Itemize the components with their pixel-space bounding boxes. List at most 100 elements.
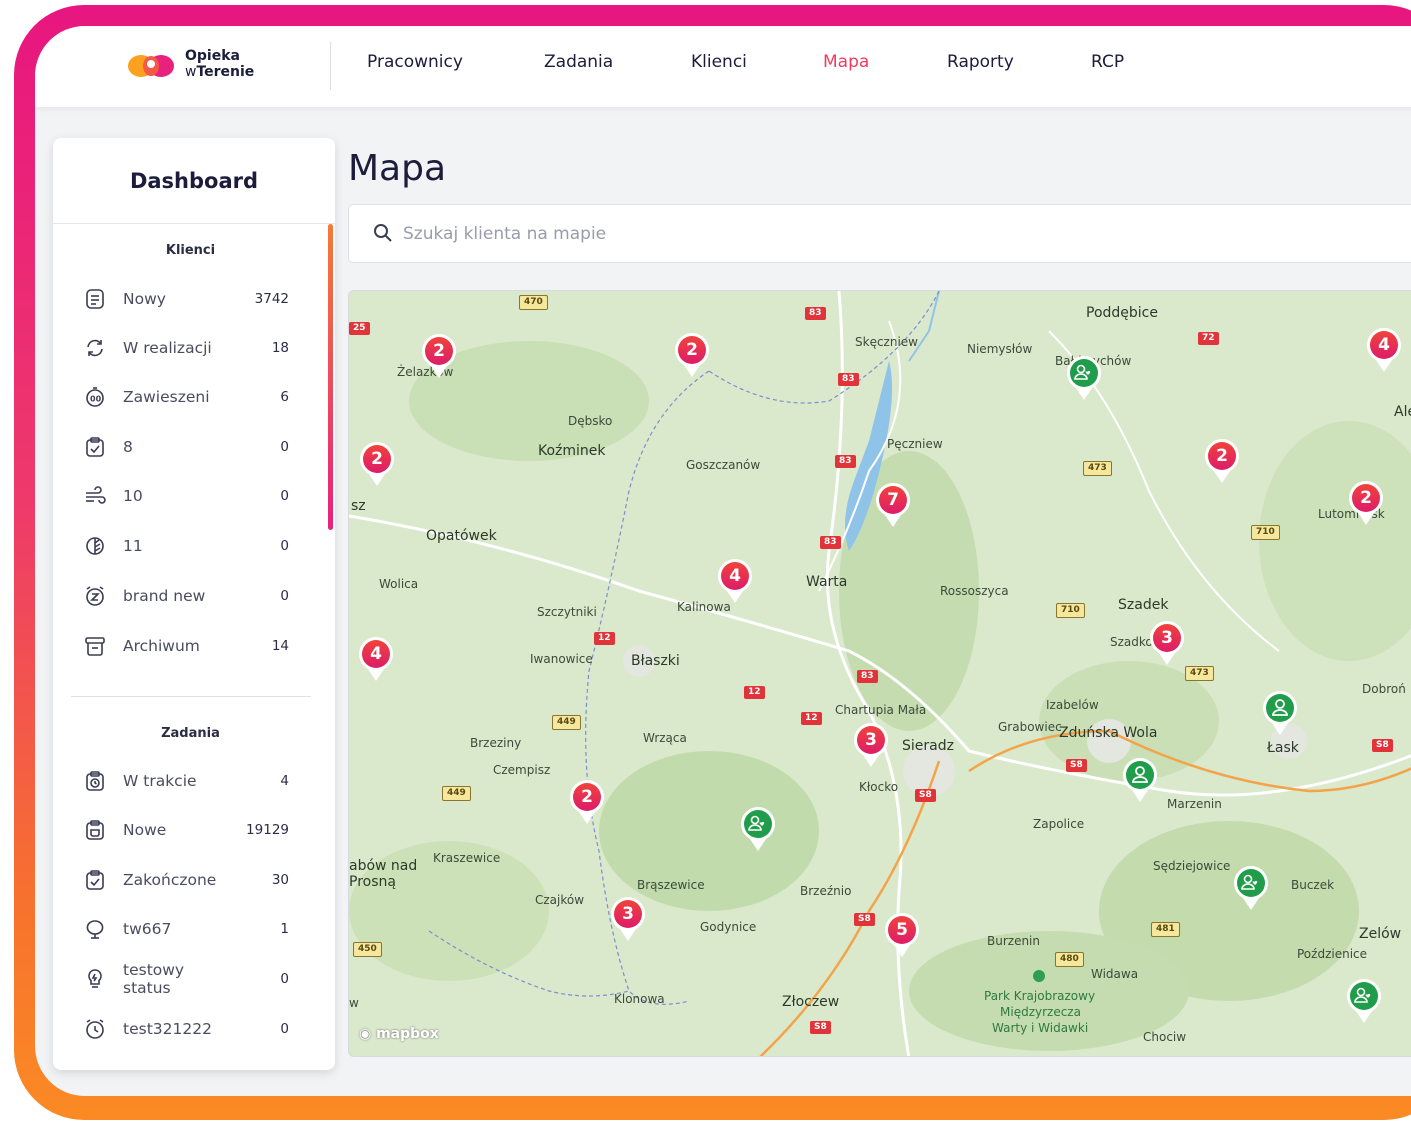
map-client-pin[interactable] — [1345, 977, 1383, 1025]
map-cluster-pin[interactable]: 3 — [852, 721, 890, 769]
road-shield: S8 — [810, 1021, 831, 1034]
sidebar-item-brand-new[interactable]: brand new 0 — [83, 583, 289, 609]
map-cluster-pin[interactable]: 2 — [673, 331, 711, 379]
map-cluster-pin[interactable]: 3 — [609, 895, 647, 943]
sidebar-item-w-realizacji[interactable]: W realizacji 18 — [83, 335, 289, 361]
map-cluster-pin[interactable]: 2 — [568, 778, 606, 826]
map-cluster-pin[interactable]: 4 — [1365, 326, 1403, 374]
map-cluster-pin[interactable]: 4 — [357, 635, 395, 683]
heart-logo-icon — [128, 55, 174, 77]
map-place-label: Dobroń — [1362, 682, 1406, 696]
sidebar-item-count: 19129 — [246, 822, 289, 838]
map-place-label: Iwanowice — [530, 652, 593, 666]
map-place-label: Chartupia Mała — [835, 703, 927, 717]
mapbox-logo-icon: ◉ — [359, 1026, 372, 1042]
sidebar-item-count: 3742 — [254, 291, 289, 307]
map-client-pin[interactable] — [1065, 354, 1103, 402]
sidebar-item-testowy-status[interactable]: testowy status 0 — [83, 961, 289, 997]
pause-timer-icon: 00 — [83, 385, 107, 409]
wind-icon — [83, 484, 107, 508]
tree-icon — [83, 917, 107, 941]
sidebar-item-zakonczone[interactable]: Zakończone 30 — [83, 867, 289, 893]
map-client-pin[interactable] — [1261, 689, 1299, 737]
map-client-pin[interactable] — [739, 805, 777, 853]
map-place-label: Burzenin — [987, 934, 1040, 948]
sidebar-item-test321222[interactable]: test321222 0 — [83, 1016, 289, 1042]
map-place-label: Buczek — [1291, 878, 1335, 892]
map-place-label: Wrząca — [643, 731, 687, 745]
map-cluster-pin[interactable]: 2 — [420, 332, 458, 380]
map-cluster-pin[interactable]: 2 — [1203, 437, 1241, 485]
map-cluster-pin[interactable]: 7 — [874, 481, 912, 529]
map-place-label: Izabelów — [1046, 698, 1099, 712]
search-input[interactable] — [403, 219, 1003, 249]
nav-raporty[interactable]: Raporty — [947, 52, 1014, 72]
road-shield: 480 — [1055, 952, 1084, 967]
logo-line2-main: Terenie — [196, 64, 255, 80]
sidebar-item-label: W trakcie — [123, 772, 197, 790]
app-screen: Opieka wTerenie Pracownicy Zadania Klien… — [35, 26, 1411, 1096]
cluster-count: 2 — [1216, 446, 1228, 466]
map-place-label: Prosną — [349, 874, 396, 890]
sidebar-item-tw667[interactable]: tw667 1 — [83, 916, 289, 942]
cluster-count: 3 — [1161, 628, 1173, 648]
map-view[interactable]: Poddębice Skęczniew Niemysłów Bałdrzychó… — [348, 290, 1411, 1057]
map-place-label: Koźminek — [538, 443, 606, 459]
sidebar-item-label: Nowe — [123, 821, 167, 839]
nav-rcp[interactable]: RCP — [1091, 52, 1124, 72]
map-cluster-pin[interactable]: 3 — [1148, 619, 1186, 667]
map-place-label: w — [349, 996, 359, 1010]
map-place-label: Grabowiec — [998, 720, 1062, 734]
map-cluster-pin[interactable]: 4 — [716, 557, 754, 605]
map-cluster-pin[interactable]: 2 — [358, 440, 396, 488]
nav-zadania[interactable]: Zadania — [544, 52, 613, 72]
map-cluster-pin[interactable]: 5 — [883, 911, 921, 959]
sidebar-item-label: Nowy — [123, 290, 166, 308]
road-shield: 481 — [1151, 922, 1180, 937]
sidebar-item-count: 0 — [280, 488, 289, 504]
map-place-label: Międzyrzecza — [1000, 1005, 1081, 1019]
cluster-count: 2 — [1360, 488, 1372, 508]
map-client-pin[interactable] — [1121, 756, 1159, 804]
road-shield: 449 — [552, 715, 581, 730]
map-search-box[interactable] — [348, 204, 1411, 263]
sidebar-item-nowe[interactable]: Nowe 19129 — [83, 817, 289, 843]
map-place-label: Zapolice — [1033, 817, 1085, 831]
map-place-label: Marzenin — [1167, 797, 1222, 811]
map-place-label: sz — [351, 498, 366, 514]
sidebar-item-10[interactable]: 10 0 — [83, 483, 289, 509]
sidebar-item-label: test321222 — [123, 1020, 212, 1038]
app-logo[interactable]: Opieka wTerenie — [127, 46, 277, 86]
sidebar-item-count: 4 — [280, 773, 289, 789]
map-place-label: Kłocko — [859, 780, 899, 794]
sidebar-scrollbar[interactable] — [328, 224, 333, 530]
sidebar-item-nowy[interactable]: Nowy 3742 — [83, 286, 289, 312]
cluster-count: 4 — [370, 644, 382, 664]
sidebar-item-w-trakcie[interactable]: W trakcie 4 — [83, 768, 289, 794]
topbar-divider — [330, 42, 331, 90]
sidebar-item-11[interactable]: 11 0 — [83, 533, 289, 559]
map-place-label: Poździenice — [1297, 947, 1368, 961]
logo-line2-prefix: w — [185, 64, 197, 80]
document-icon — [83, 287, 107, 311]
search-icon — [374, 224, 392, 242]
sidebar-item-zawieszeni[interactable]: 00 Zawieszeni 6 — [83, 384, 289, 410]
road-shield: 12 — [594, 632, 615, 645]
sidebar-item-label: 8 — [123, 438, 133, 456]
sidebar-item-8[interactable]: 8 0 — [83, 434, 289, 460]
archive-icon — [83, 634, 107, 658]
nav-pracownicy[interactable]: Pracownicy — [367, 52, 463, 72]
nav-klienci[interactable]: Klienci — [691, 52, 747, 72]
map-place-label: Sędziejowice — [1153, 859, 1231, 873]
cluster-count: 5 — [896, 920, 908, 940]
map-cluster-pin[interactable]: 2 — [1347, 479, 1385, 527]
sidebar-item-archiwum[interactable]: Archiwum 14 — [83, 633, 289, 659]
map-place-label: Opatówek — [426, 528, 497, 544]
sidebar-item-label: 11 — [123, 537, 143, 555]
logo-text: Opieka wTerenie — [185, 48, 254, 80]
mapbox-attribution[interactable]: ◉ mapbox — [359, 1026, 439, 1042]
road-shield: S8 — [854, 913, 875, 926]
map-client-pin[interactable] — [1232, 864, 1270, 912]
map-terrain — [349, 291, 1411, 1056]
nav-mapa[interactable]: Mapa — [823, 52, 869, 72]
